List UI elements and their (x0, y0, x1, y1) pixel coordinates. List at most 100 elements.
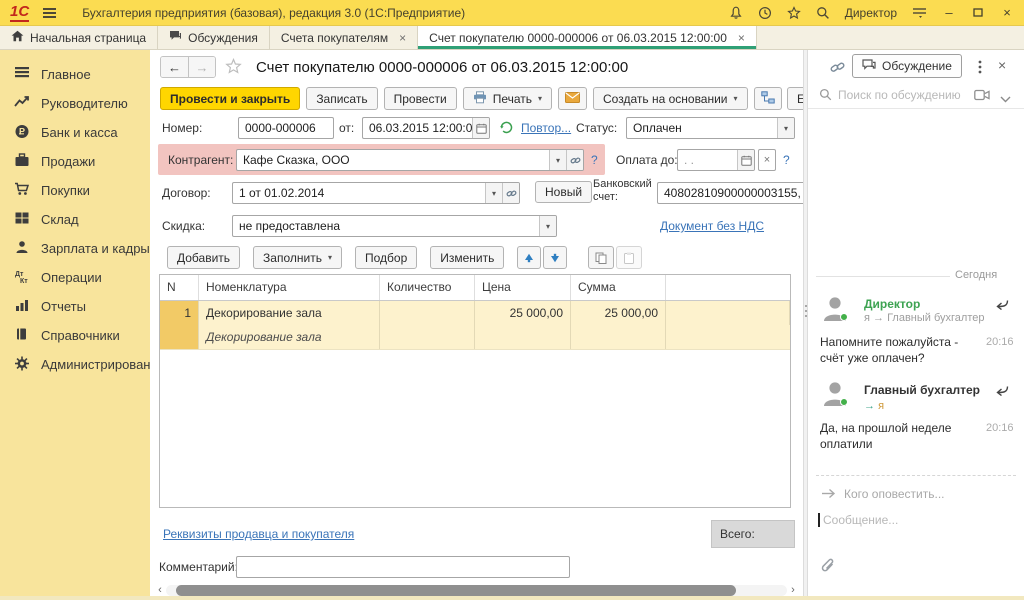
copy-rows-button[interactable] (588, 246, 614, 269)
scroll-left-arrow[interactable]: ‹ (154, 584, 166, 596)
reply-icon[interactable] (994, 383, 1009, 399)
maximize-button[interactable] (971, 6, 985, 19)
dropdown-icon[interactable]: ▾ (777, 118, 794, 138)
nomenclature-cell: Декорирование зала (199, 301, 380, 325)
global-search-icon[interactable] (816, 6, 830, 20)
comment-input[interactable] (236, 556, 570, 578)
dropdown-icon[interactable]: ▾ (539, 216, 556, 236)
notifications-bell-icon[interactable] (729, 6, 743, 20)
forward-button[interactable]: → (188, 57, 215, 77)
service-menu-icon[interactable] (912, 6, 927, 19)
column-header-price[interactable]: Цена (475, 275, 571, 300)
horizontal-scrollbar[interactable]: ‹ › (154, 584, 799, 596)
reply-icon[interactable] (994, 297, 1009, 313)
pay-until-help-link[interactable]: ? (783, 149, 790, 171)
change-button[interactable]: Изменить (430, 246, 504, 269)
discount-select[interactable]: не предоставлена ▾ (232, 215, 557, 237)
copy-link-icon[interactable] (830, 60, 845, 77)
message-author[interactable]: Директор (864, 297, 920, 311)
calendar-icon[interactable] (737, 150, 754, 170)
post-button[interactable]: Провести (384, 87, 457, 110)
tab-close-icon[interactable]: × (399, 32, 406, 44)
contractor-help-link[interactable]: ? (591, 149, 598, 171)
sidebar-item-label: Главное (41, 67, 91, 82)
contractor-field[interactable]: Кафе Сказка, ООО ▾ (236, 149, 584, 171)
post-and-close-button[interactable]: Провести и закрыть (160, 87, 300, 110)
dropdown-icon[interactable]: ▾ (549, 150, 566, 170)
paste-rows-button[interactable] (616, 246, 642, 269)
message-input[interactable]: Сообщение... (823, 513, 898, 527)
pay-until-field[interactable]: . . (677, 149, 755, 171)
back-button[interactable]: ← (161, 57, 188, 77)
number-field[interactable]: 0000-000006 (238, 117, 334, 139)
favorite-star-icon[interactable] (225, 58, 242, 77)
printer-icon (473, 91, 487, 107)
no-vat-link[interactable]: Документ без НДС (660, 215, 764, 237)
current-user[interactable]: Директор (845, 6, 897, 20)
sidebar-item-sales[interactable]: Продажи (0, 147, 150, 176)
column-header-n[interactable]: N (160, 275, 199, 300)
minimize-button[interactable]: – (942, 6, 956, 19)
discount-label: Скидка: (162, 215, 205, 237)
sidebar-item-administration[interactable]: Администрирование (0, 350, 150, 379)
table-row[interactable]: 1 Декорирование зала 25 000,00 25 000,00… (160, 301, 790, 350)
scrollbar-thumb[interactable] (176, 585, 736, 596)
date-field[interactable]: 06.03.2015 12:00:00 (362, 117, 490, 139)
sidebar-item-operations[interactable]: ДтКт Операции (0, 263, 150, 292)
recurrence-icon[interactable] (499, 120, 514, 138)
tab-customer-invoices-list[interactable]: Счета покупателям × (270, 26, 418, 49)
move-up-button[interactable] (517, 246, 541, 269)
tab-discussions[interactable]: Обсуждения (158, 26, 270, 49)
sidebar-item-warehouse[interactable]: Склад (0, 205, 150, 234)
pay-until-clear-button[interactable]: × (758, 149, 776, 171)
tab-home[interactable]: Начальная страница (0, 26, 158, 49)
sidebar-item-reports[interactable]: Отчеты (0, 292, 150, 321)
open-link-icon[interactable] (566, 150, 583, 170)
fill-button[interactable]: Заполнить▾ (253, 246, 342, 269)
status-select[interactable]: Оплачен ▾ (626, 117, 795, 139)
move-down-button[interactable] (543, 246, 567, 269)
create-based-on-button[interactable]: Создать на основании ▾ (593, 87, 748, 110)
attach-paperclip-icon[interactable] (820, 558, 837, 579)
contract-field[interactable]: 1 от 01.02.2014 ▾ (232, 182, 520, 204)
send-email-button[interactable] (558, 87, 587, 110)
new-contract-button[interactable]: Новый (535, 181, 592, 203)
save-button[interactable]: Записать (306, 87, 377, 110)
history-icon[interactable] (758, 6, 772, 20)
dropdown-icon[interactable]: ▾ (485, 183, 502, 203)
seller-buyer-details-link[interactable]: Реквизиты продавца и покупателя (163, 523, 354, 545)
tab-customer-invoice-document[interactable]: Счет покупателю 0000-000006 от 06.03.201… (418, 26, 757, 49)
sidebar-item-bank-cash[interactable]: P Банк и касса (0, 118, 150, 147)
discussion-search[interactable]: Поиск по обсуждению (808, 82, 1024, 109)
chevron-down-icon[interactable] (1000, 92, 1011, 106)
notify-whom-input[interactable]: Кого оповестить... (844, 487, 945, 501)
discussion-toggle-button[interactable]: Обсуждение (852, 54, 962, 78)
print-button[interactable]: Печать ▾ (463, 87, 552, 110)
clipped-toolbar-button[interactable]: Е (787, 87, 803, 110)
close-button[interactable]: × (1000, 6, 1014, 19)
column-header-nomenclature[interactable]: Номенклатура (199, 275, 380, 300)
sidebar-item-purchases[interactable]: Покупки (0, 176, 150, 205)
open-link-icon[interactable] (502, 183, 519, 203)
add-row-button[interactable]: Добавить (167, 246, 240, 269)
column-header-sum[interactable]: Сумма (571, 275, 666, 300)
bank-account-field[interactable]: 40802810900000003155, ОА (657, 182, 803, 204)
video-call-icon[interactable] (974, 89, 990, 104)
sidebar-item-salary-hr[interactable]: Зарплата и кадры (0, 234, 150, 263)
main-menu-button[interactable] (41, 6, 58, 20)
calendar-icon[interactable] (472, 118, 489, 138)
sidebar-item-main[interactable]: Главное (0, 60, 150, 89)
panel-close-icon[interactable]: × (998, 57, 1006, 73)
sidebar-item-directories[interactable]: Справочники (0, 321, 150, 350)
message-author[interactable]: Главный бухгалтер (864, 383, 980, 397)
column-header-quantity[interactable]: Количество (380, 275, 475, 300)
tab-label: Начальная страница (30, 31, 146, 45)
favorites-star-icon[interactable] (787, 6, 801, 20)
repeat-link[interactable]: Повтор... (521, 117, 571, 139)
tab-close-icon[interactable]: × (738, 32, 745, 44)
scroll-right-arrow[interactable]: › (787, 584, 799, 596)
pick-button[interactable]: Подбор (355, 246, 417, 269)
sidebar-item-manager[interactable]: Руководителю (0, 89, 150, 118)
related-documents-button[interactable] (754, 87, 782, 110)
panel-menu-icon[interactable] (978, 60, 982, 77)
